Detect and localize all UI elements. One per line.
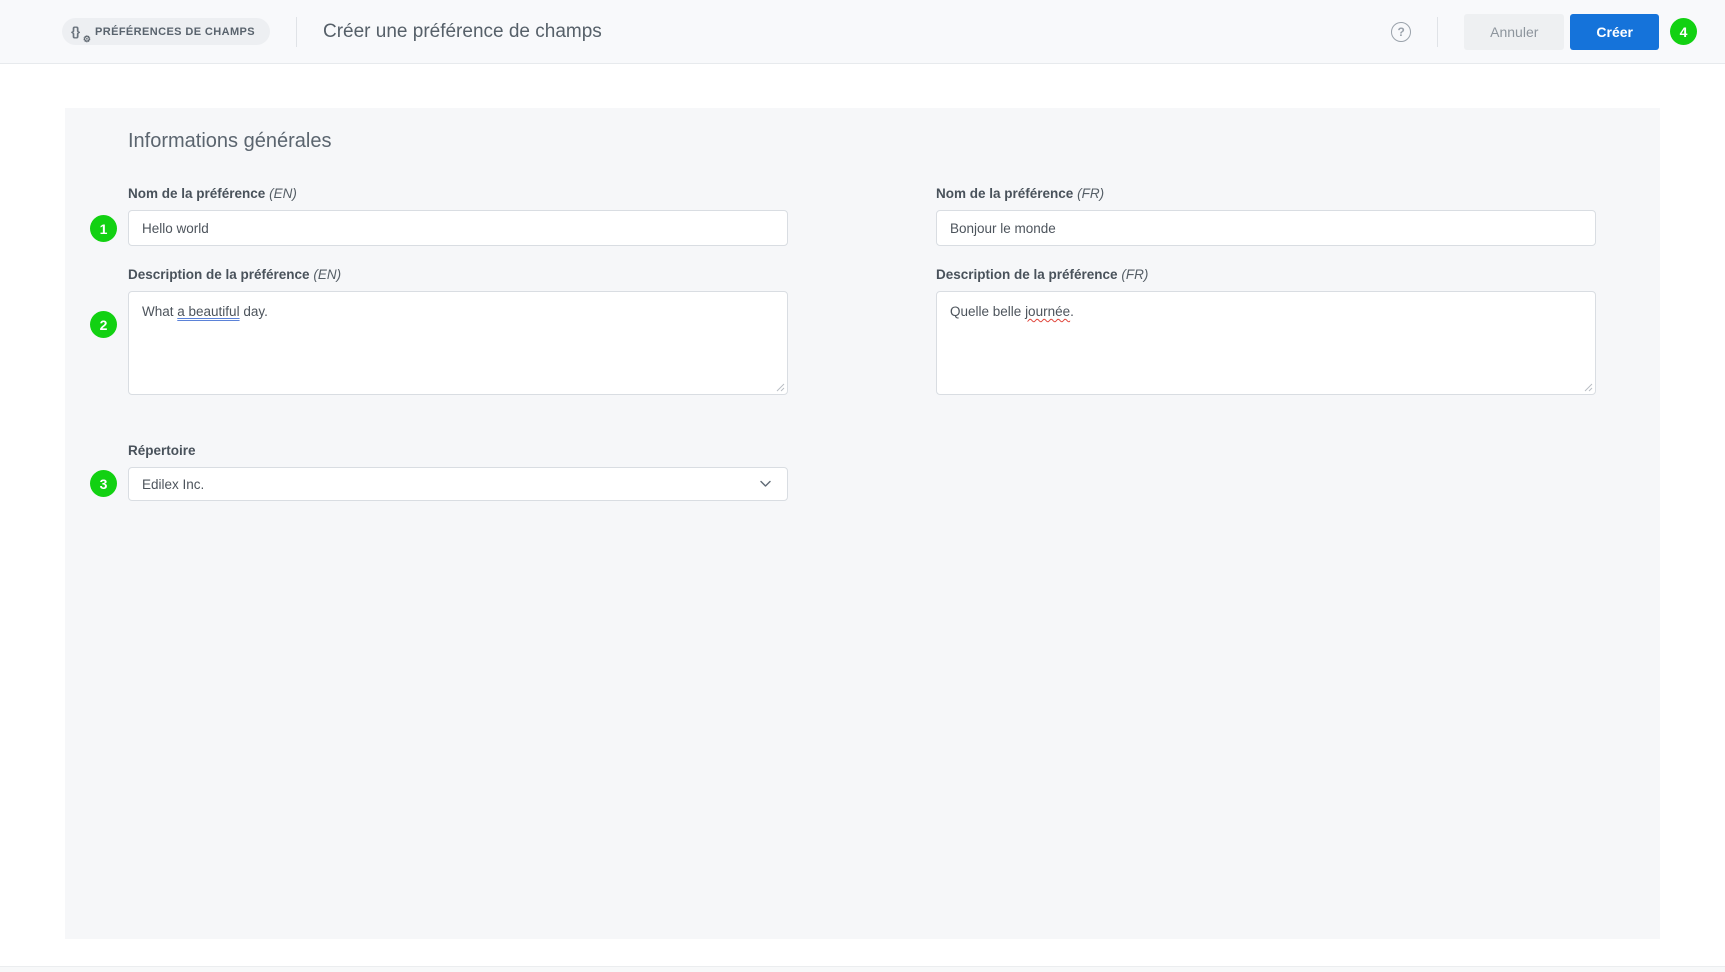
name-fr-input[interactable] [936, 210, 1596, 246]
field-desc-fr: Description de la préférence (FR) Quelle… [936, 267, 1596, 395]
create-button[interactable]: Créer [1570, 13, 1659, 50]
grammar-underlined-text: a beautiful [177, 304, 240, 319]
spell-underlined-text: journée [1025, 304, 1071, 319]
field-name-fr: Nom de la préférence (FR) [936, 186, 1596, 246]
annotation-badge-3: 3 [90, 470, 117, 497]
lang-tag: (FR) [1077, 186, 1105, 201]
braces-gear-icon: { } ⚙ [71, 24, 91, 44]
help-icon[interactable]: ? [1391, 21, 1412, 42]
page-title: Créer une préférence de champs [322, 20, 602, 42]
lang-tag: (EN) [269, 186, 297, 201]
field-name-en-label: Nom de la préférence (EN) [128, 186, 297, 201]
resize-handle-icon[interactable] [775, 382, 785, 392]
lang-tag: (EN) [313, 267, 342, 282]
desc-en-textarea[interactable]: What a beautiful day. [128, 291, 788, 395]
field-repertoire-label: Répertoire [128, 443, 196, 458]
repertoire-select[interactable]: Edilex Inc. [128, 467, 788, 501]
module-badge-label: PRÉFÉRENCES DE CHAMPS [95, 25, 255, 38]
repertoire-select-value: Edilex Inc. [142, 476, 205, 492]
field-desc-en-label: Description de la préférence (EN) [128, 267, 342, 282]
header-divider [295, 16, 297, 47]
field-repertoire: Répertoire Edilex Inc. 3 [90, 443, 788, 501]
cancel-button[interactable]: Annuler [1464, 13, 1565, 50]
top-header: { } ⚙ PRÉFÉRENCES DE CHAMPS Créer une pré… [0, 0, 1725, 64]
field-name-fr-label: Nom de la préférence (FR) [936, 186, 1105, 201]
chevron-down-icon [760, 480, 771, 487]
form-grid: Nom de la préférence (EN) 1 Nom de la pr… [90, 186, 1660, 522]
annotation-badge-4: 4 [1670, 18, 1697, 45]
field-desc-en: Description de la préférence (EN) What a… [90, 267, 788, 395]
annotation-badge-2: 2 [90, 311, 117, 338]
module-badge[interactable]: { } ⚙ PRÉFÉRENCES DE CHAMPS [62, 18, 270, 45]
header-divider-right [1437, 16, 1439, 47]
field-desc-fr-label: Description de la préférence (FR) [936, 267, 1149, 282]
name-en-input[interactable] [128, 210, 788, 246]
form-panel: Informations générales Nom de la préfére… [65, 108, 1660, 939]
annotation-badge-1: 1 [90, 215, 117, 242]
resize-handle-icon[interactable] [1583, 382, 1593, 392]
lang-tag: (FR) [1121, 267, 1149, 282]
bottom-strip [0, 966, 1725, 972]
desc-fr-textarea[interactable]: Quelle belle journée. [936, 291, 1596, 395]
field-name-en: Nom de la préférence (EN) 1 [90, 186, 788, 246]
section-title: Informations générales [128, 130, 332, 152]
